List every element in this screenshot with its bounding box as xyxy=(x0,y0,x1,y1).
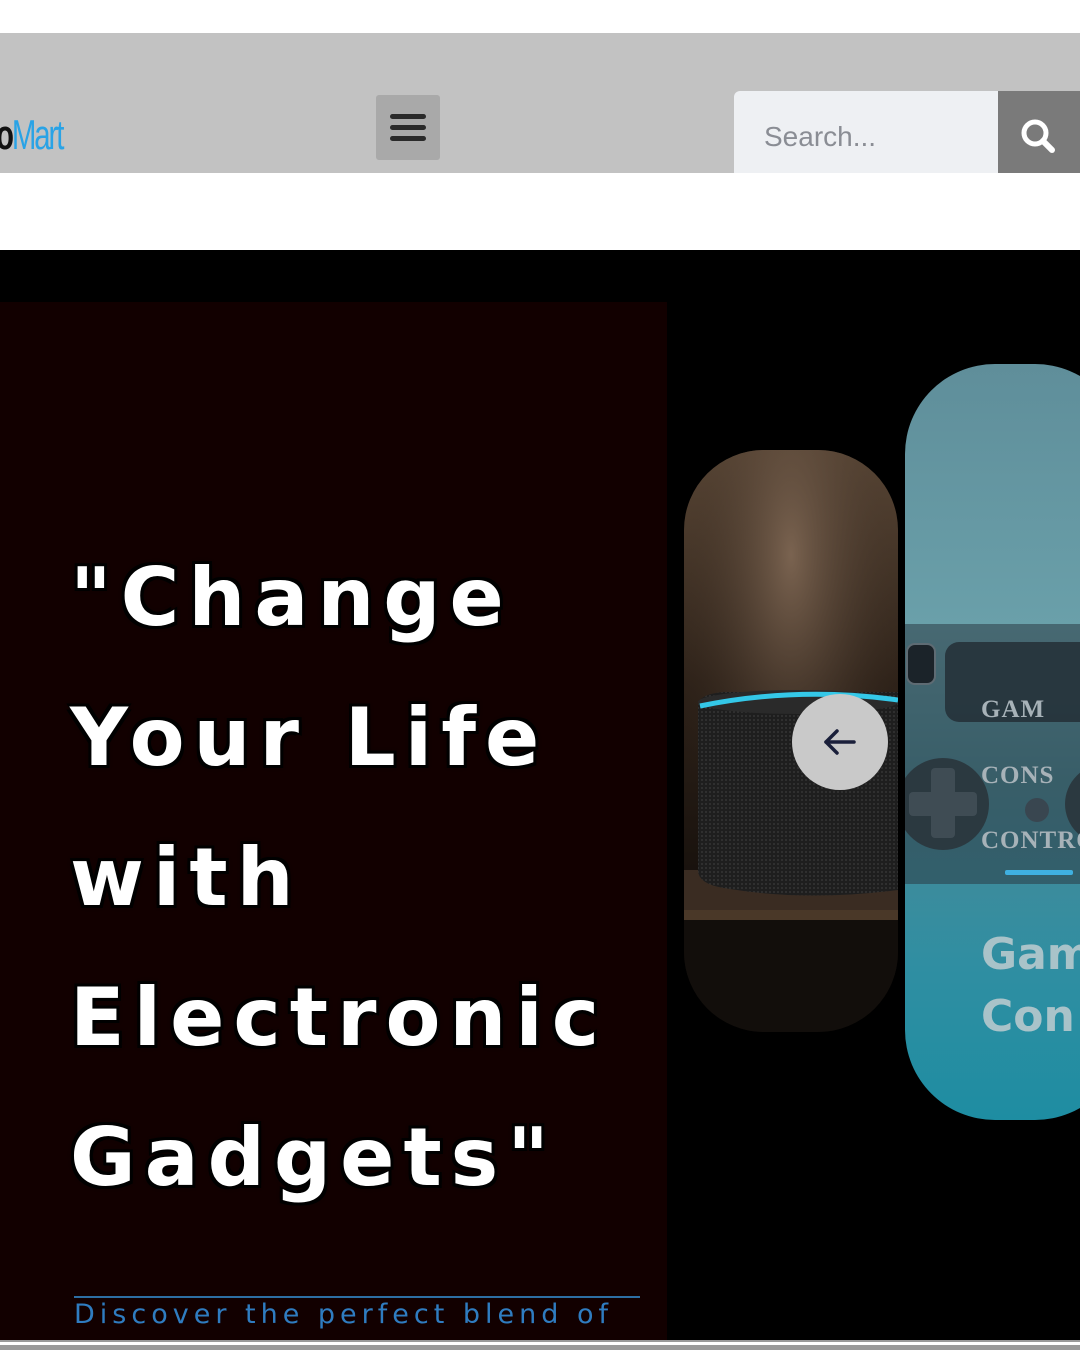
controller-label-1: GAM xyxy=(981,696,1046,723)
search-icon xyxy=(1021,119,1055,153)
search-button[interactable] xyxy=(998,91,1080,183)
site-header: oMart xyxy=(0,33,1080,183)
controller-label-3: CONTRO xyxy=(981,827,1080,854)
hero-subtext: Discover the perfect blend of xyxy=(74,1299,613,1330)
search-input[interactable] xyxy=(734,91,998,183)
carousel-slide-game-controller[interactable]: GAM CONS CONTRO Gam Con xyxy=(905,364,1080,1120)
logo-text-dark: o xyxy=(0,111,14,158)
logo-text-blue: Mart xyxy=(11,111,65,158)
header-spacer xyxy=(0,173,1080,250)
menu-toggle-button[interactable] xyxy=(376,95,440,160)
site-logo[interactable]: oMart xyxy=(0,111,65,159)
search-form xyxy=(734,91,1080,183)
carousel-prev-button[interactable] xyxy=(792,694,888,790)
controller-label-2: CONS xyxy=(981,762,1055,789)
hero-headline: "Change Your Life with Electronic Gadget… xyxy=(70,551,609,1204)
slide-title: Gam Con xyxy=(981,929,1080,1042)
subtext-divider xyxy=(74,1296,640,1298)
bottom-border xyxy=(0,1340,1080,1350)
top-margin xyxy=(0,0,1080,33)
arrow-left-icon xyxy=(824,729,856,755)
hero-section: GAM CONS CONTRO Gam Con "Change Your Lif… xyxy=(0,250,1080,1340)
